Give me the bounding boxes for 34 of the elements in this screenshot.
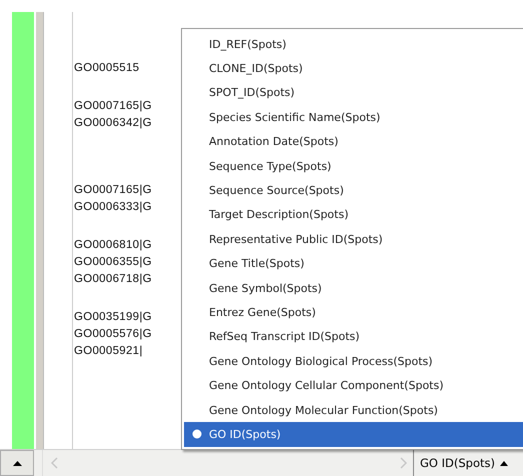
table-cell-text: GO0005921| (73, 344, 143, 359)
bullet-icon (192, 429, 202, 440)
table-cell-text: GO0006718|G (73, 272, 152, 287)
menu-item[interactable]: Gene Ontology Molecular Function(Spots) (184, 398, 523, 422)
menu-item[interactable]: Gene Title(Spots) (184, 252, 523, 276)
menu-item[interactable]: Entrez Gene(Spots) (184, 300, 523, 325)
table-cell-text: GO0006342|G (73, 116, 152, 131)
menu-item[interactable]: RefSeq Transcript ID(Spots) (184, 324, 523, 350)
menu-item[interactable]: SPOT_ID(Spots) (184, 80, 523, 106)
menu-item[interactable]: Target Description(Spots) (184, 202, 523, 228)
menu-item[interactable]: ID_REF(Spots) (184, 32, 523, 56)
menu-item[interactable]: GO ID(Spots) (184, 422, 523, 447)
table-cell-text: GO0035199|G (73, 310, 152, 325)
up-arrow-icon (12, 460, 22, 466)
scroll-left-icon[interactable] (51, 457, 59, 469)
table-cell-text: GO0006355|G (73, 255, 152, 270)
menu-item[interactable]: Gene Ontology Biological Process(Spots) (184, 349, 523, 374)
menu-item[interactable]: Sequence Source(Spots) (184, 178, 523, 203)
menu-item[interactable]: Sequence Type(Spots) (184, 154, 523, 178)
table-cell-text: GO0007165|G (73, 99, 152, 114)
table-cell-text: GO0007165|G (73, 183, 152, 198)
scroll-right-icon[interactable] (399, 457, 407, 469)
menu-item[interactable]: Gene Symbol(Spots) (184, 276, 523, 300)
menu-item[interactable]: Annotation Date(Spots) (184, 130, 523, 154)
scroll-up-button[interactable] (0, 450, 34, 476)
menu-item[interactable]: Gene Ontology Cellular Component(Spots) (184, 373, 523, 398)
menu-item[interactable]: CLONE_ID(Spots) (184, 56, 523, 81)
table-cell-text: GO0006333|G (73, 200, 152, 215)
menu-item[interactable]: Species Scientific Name(Spots) (184, 105, 523, 130)
table-cell-text: GO0006810|G (73, 238, 152, 253)
table-cell-text: GO0005576|G (73, 327, 152, 342)
caret-icon (500, 460, 508, 466)
menu-item[interactable]: Representative Public ID(Spots) (184, 227, 523, 252)
table-cell-text: GO0005515 (73, 61, 140, 76)
